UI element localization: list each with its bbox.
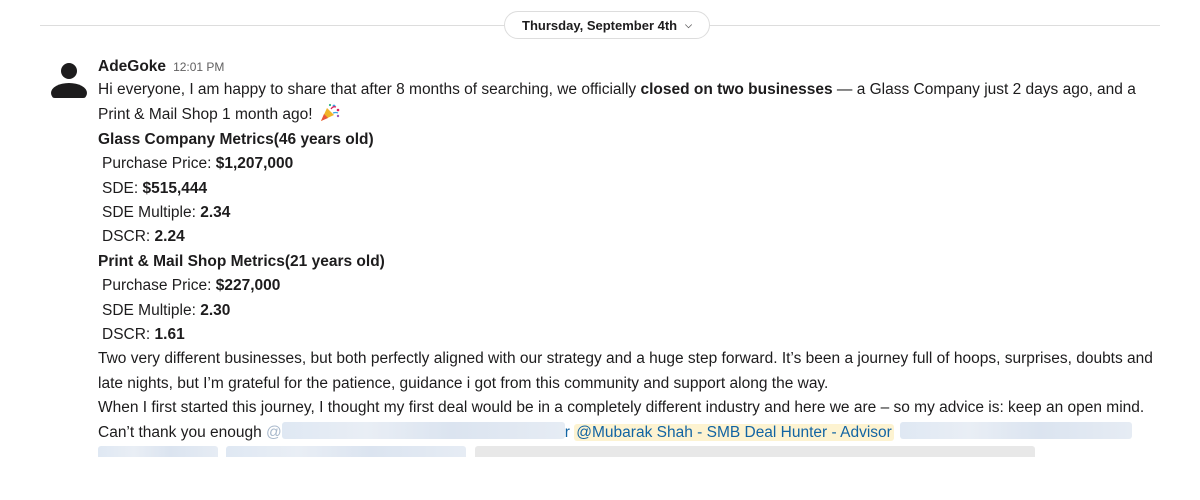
blurred-mention[interactable] [281,421,565,439]
user-silhouette-icon [51,63,87,98]
blurred-mention[interactable] [98,446,218,458]
message-header: AdeGoke 12:01 PM [98,56,1168,78]
party-popper-icon [320,104,340,122]
thanks-line: Can’t thank you enough @ r @Mubarak Shah … [98,421,1168,445]
glass-metric: Purchase Price: $1,207,000 [102,155,294,173]
intro-text: Hi everyone, I am happy to share that af… [98,81,641,98]
date-divider-button[interactable]: Thursday, September 4th ⌵ [504,11,710,39]
print-heading: Print & Mail Shop Metrics(21 years old) [98,252,385,270]
author-name[interactable]: AdeGoke [98,56,166,78]
print-metric: Purchase Price: $227,000 [102,277,281,295]
glass-metric: SDE Multiple: 2.34 [102,204,231,222]
blurred-text [474,446,1035,458]
advice-paragraph: When I first started this journey, I tho… [98,399,1145,417]
print-metric: DSCR: 1.61 [102,326,185,344]
chevron-down-icon: ⌵ [685,19,692,30]
blurred-mention[interactable] [226,446,467,458]
print-metric: SDE Multiple: 2.30 [102,301,231,319]
message: AdeGoke 12:01 PM Hi everyone, I am happy… [98,56,1168,458]
date-divider-label: Thursday, September 4th [522,17,678,33]
message-intro: Hi everyone, I am happy to share that af… [98,78,1168,128]
cut-off-line [98,445,1168,458]
message-timestamp[interactable]: 12:01 PM [173,56,224,78]
thanks-text: Can’t thank you enough [98,423,267,441]
avatar[interactable] [49,58,89,98]
glass-heading: Glass Company Metrics(46 years old) [98,130,374,148]
journey-paragraph: Two very different businesses, but both … [98,350,1153,392]
glass-metric: DSCR: 2.24 [102,228,185,246]
mention-partial-tail[interactable]: r [565,424,570,441]
intro-bold-text: closed on two businesses [640,81,833,98]
blurred-mention[interactable] [900,421,1133,439]
user-mention[interactable]: @Mubarak Shah - SMB Deal Hunter - Adviso… [574,423,894,441]
mention-partial[interactable]: @ [266,424,282,441]
glass-metric: SDE: $515,444 [102,179,208,197]
